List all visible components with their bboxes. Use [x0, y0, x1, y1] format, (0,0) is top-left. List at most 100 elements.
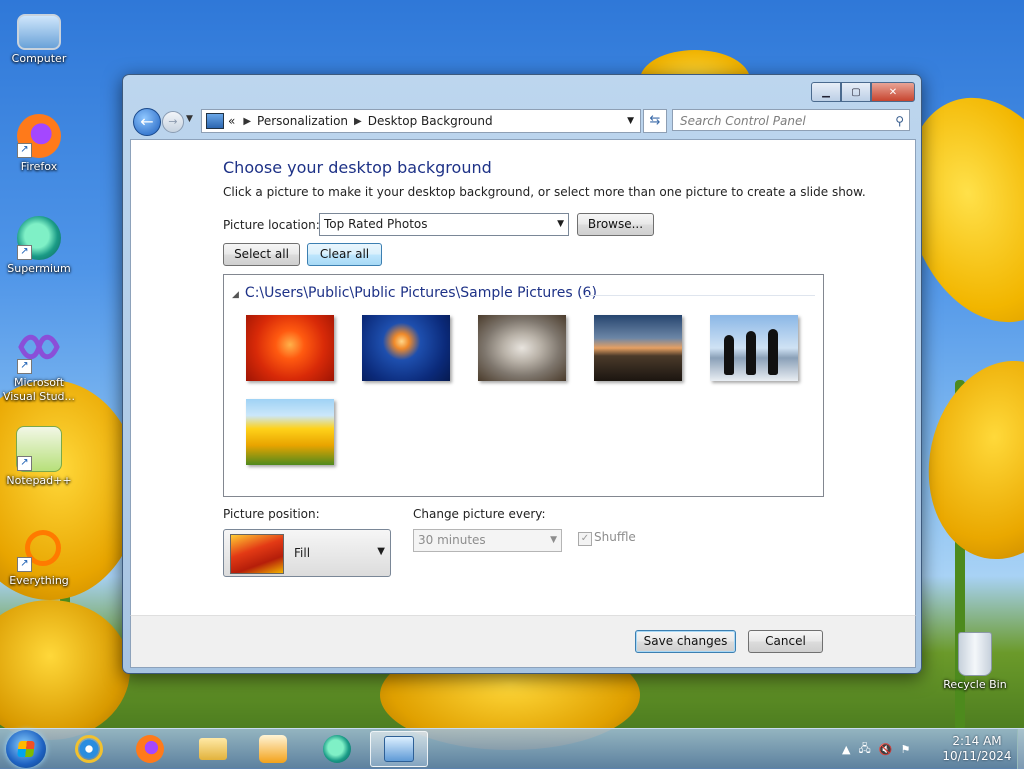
desktop-icon-computer[interactable]: Computer	[1, 10, 77, 65]
thumbnail-koala[interactable]	[478, 315, 566, 381]
desktop-icon-recycle-bin[interactable]: Recycle Bin	[937, 632, 1013, 691]
volume-muted-icon[interactable]: 🔇	[879, 743, 893, 756]
firefox-icon	[136, 735, 164, 763]
breadcrumb-personalization[interactable]: Personalization	[257, 114, 348, 128]
desktop-icon-label: Supermium	[7, 262, 71, 275]
file-explorer-icon	[199, 738, 227, 760]
chevron-down-icon: ▼	[550, 535, 557, 545]
desktop-icon-firefox[interactable]: ↗ Firefox	[1, 114, 77, 173]
desktop-icon-everything[interactable]: ↗ Everything	[1, 528, 77, 587]
system-tray: ▲ 🖧 🔇 ⚑	[842, 729, 910, 769]
minimize-button[interactable]: ▁	[811, 82, 841, 102]
change-picture-interval-select[interactable]: 30 minutes ▼	[413, 529, 562, 552]
chevron-down-icon: ▼	[557, 219, 564, 229]
control-panel-icon	[384, 736, 414, 762]
thumbnail-chrysanthemum[interactable]	[246, 315, 334, 381]
thumbnail-penguins[interactable]	[710, 315, 798, 381]
back-button[interactable]: ←	[133, 108, 161, 136]
breadcrumb-desktop-background[interactable]: Desktop Background	[368, 114, 493, 128]
shortcut-arrow-icon: ↗	[17, 245, 32, 260]
taskbar-supermium[interactable]	[310, 731, 364, 767]
window-controls: ▁ ▢ ✕	[811, 82, 915, 102]
media-player-icon	[259, 735, 287, 763]
start-button[interactable]	[6, 730, 46, 768]
refresh-button[interactable]: ⇆	[643, 109, 667, 133]
breadcrumb-separator-icon: ▶	[243, 115, 252, 127]
forward-arrow-icon: →	[168, 115, 178, 128]
browse-button[interactable]: Browse...	[577, 213, 654, 236]
internet-explorer-icon	[75, 735, 103, 763]
search-icon[interactable]: ⚲	[895, 110, 904, 132]
address-bar[interactable]: « ▶ Personalization ▶ Desktop Background…	[201, 109, 641, 133]
shortcut-arrow-icon: ↗	[17, 557, 32, 572]
desktop-icon-supermium[interactable]: ↗ Supermium	[1, 216, 77, 275]
taskbar-control-panel[interactable]	[370, 731, 428, 767]
desktop-icon-label: Firefox	[20, 160, 58, 173]
desktop-icon-label: Notepad++	[6, 474, 72, 487]
network-icon[interactable]: 🖧	[858, 740, 870, 759]
clear-all-button[interactable]: Clear all	[307, 243, 382, 266]
clock-date: 10/11/2024	[942, 749, 1012, 763]
thumbnail-tulips[interactable]	[246, 399, 334, 465]
position-preview-image	[230, 534, 284, 574]
taskbar-firefox[interactable]	[123, 731, 177, 767]
dialog-footer: Save changes Cancel	[130, 615, 916, 668]
desktop-icon-visual-studio[interactable]: ↗ Microsoft Visual Stud...	[1, 330, 77, 404]
gallery-group-header[interactable]: ◢ C:\Users\Public\Public Pictures\Sample …	[232, 285, 597, 301]
show-desktop-button[interactable]	[1017, 729, 1024, 769]
recent-pages-dropdown[interactable]: ▼	[186, 114, 193, 124]
search-placeholder: Search Control Panel	[680, 114, 806, 128]
breadcrumb-separator-icon: ▶	[354, 115, 362, 127]
picture-location-select[interactable]: Top Rated Photos ▼	[319, 213, 569, 236]
gallery-group-path: C:\Users\Public\Public Pictures\Sample P…	[244, 285, 597, 301]
save-changes-button[interactable]: Save changes	[635, 630, 736, 653]
change-picture-value: 30 minutes	[418, 533, 486, 547]
desktop-icon-label: Recycle Bin	[943, 678, 1007, 691]
search-input[interactable]: Search Control Panel ⚲	[672, 109, 910, 131]
tulip-decoration	[0, 600, 130, 740]
address-dropdown-icon[interactable]: ▼	[627, 116, 634, 126]
picture-position-value: Fill	[294, 546, 311, 560]
close-icon: ✕	[888, 86, 898, 98]
desktop-icon-notepadpp[interactable]: ↗ Notepad++	[1, 426, 77, 487]
show-hidden-icons-chevron[interactable]: ▲	[842, 743, 850, 756]
page-title: Choose your desktop background	[223, 158, 492, 177]
picture-position-label: Picture position:	[223, 507, 320, 521]
shortcut-arrow-icon: ↗	[17, 359, 32, 374]
select-all-button[interactable]: Select all	[223, 243, 300, 266]
change-picture-label: Change picture every:	[413, 507, 546, 521]
breadcrumb-overflow[interactable]: «	[228, 114, 235, 128]
desktop-icon-label: Everything	[9, 574, 69, 587]
firefox-icon: ↗	[17, 114, 61, 158]
picture-gallery[interactable]: ◢ C:\Users\Public\Public Pictures\Sample …	[223, 274, 824, 497]
picture-position-select[interactable]: Fill ▼	[223, 529, 391, 577]
shuffle-label: Shuffle	[594, 530, 636, 544]
tulip-decoration	[910, 346, 1024, 574]
penguin-shape	[746, 331, 756, 375]
close-button[interactable]: ✕	[871, 82, 915, 102]
collapse-group-icon[interactable]: ◢	[232, 290, 239, 300]
chevron-down-icon: ▼	[377, 546, 385, 557]
cancel-button[interactable]: Cancel	[748, 630, 823, 653]
shuffle-checkbox[interactable]: ✓	[578, 532, 592, 546]
maximize-button[interactable]: ▢	[841, 82, 871, 102]
group-divider	[584, 295, 815, 296]
taskbar-file-explorer[interactable]	[186, 731, 240, 767]
taskbar-media-player[interactable]	[246, 731, 300, 767]
desktop-icon-label: Microsoft Visual Stud...	[2, 376, 76, 403]
visual-studio-icon: ↗	[17, 330, 61, 374]
thumbnail-lighthouse[interactable]	[594, 315, 682, 381]
action-center-flag-icon[interactable]: ⚑	[900, 743, 910, 756]
forward-button[interactable]: →	[162, 111, 184, 133]
picture-location-label: Picture location:	[223, 218, 320, 232]
shortcut-arrow-icon: ↗	[17, 456, 32, 471]
clock[interactable]: 2:14 AM 10/11/2024	[936, 734, 1018, 764]
content-pane: Choose your desktop background Click a p…	[130, 139, 916, 616]
taskbar-internet-explorer[interactable]	[62, 731, 116, 767]
notepadpp-icon: ↗	[16, 426, 62, 472]
page-description: Click a picture to make it your desktop …	[223, 185, 866, 199]
supermium-icon	[323, 735, 351, 763]
thumbnail-jellyfish[interactable]	[362, 315, 450, 381]
penguin-shape	[724, 335, 734, 375]
shortcut-arrow-icon: ↗	[17, 143, 32, 158]
